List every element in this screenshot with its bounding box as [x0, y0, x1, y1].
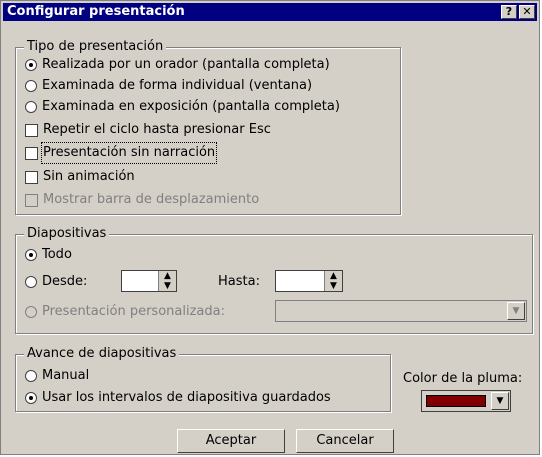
presentacion-personalizada-combo: ▼: [275, 300, 527, 322]
title-bar: Configurar presentación ? ✕: [3, 3, 537, 21]
check-sin-narracion-label: Presentación sin narración: [40, 142, 218, 164]
check-barra-desplazamiento-label: Mostrar barra de desplazamiento: [43, 192, 260, 207]
window-title: Configurar presentación: [7, 4, 185, 19]
help-button[interactable]: ?: [501, 5, 517, 19]
color-pluma-picker[interactable]: ▼: [421, 390, 511, 412]
cancelar-button[interactable]: Cancelar: [296, 429, 394, 453]
tipo-presentacion-legend: Tipo de presentación: [24, 39, 167, 55]
check-barra-desplazamiento-box: [25, 193, 38, 207]
radio-intervalos-control[interactable]: [25, 392, 37, 404]
radio-manual-label: Manual: [42, 368, 90, 383]
radio-manual-control[interactable]: [25, 370, 37, 382]
check-sin-narracion[interactable]: Presentación sin narración: [25, 142, 218, 164]
diapositivas-legend: Diapositivas: [24, 226, 110, 242]
radio-orador[interactable]: Realizada por un orador (pantalla comple…: [25, 56, 330, 74]
radio-personalizada-label: Presentación personalizada:: [42, 304, 225, 319]
check-repetir[interactable]: Repetir el ciclo hasta presionar Esc: [25, 121, 271, 139]
radio-individual[interactable]: Examinada de forma individual (ventana): [25, 77, 312, 95]
radio-todo-control[interactable]: [25, 249, 37, 261]
radio-exposicion[interactable]: Examinada en exposición (pantalla comple…: [25, 98, 340, 116]
chevron-down-icon[interactable]: ▼: [491, 392, 509, 410]
radio-individual-label: Examinada de forma individual (ventana): [42, 78, 313, 93]
radio-todo-label: Todo: [42, 247, 72, 262]
radio-todo[interactable]: Todo: [25, 246, 72, 264]
chevron-down-icon: ▼: [507, 302, 525, 320]
check-sin-animacion[interactable]: Sin animación: [25, 168, 135, 186]
radio-exposicion-label: Examinada en exposición (pantalla comple…: [42, 99, 340, 114]
check-sin-animacion-box[interactable]: [25, 170, 38, 184]
radio-intervalos-label: Usar los intervalos de diapositiva guard…: [42, 390, 331, 405]
radio-desde-control[interactable]: [25, 276, 37, 288]
radio-desde[interactable]: Desde:: [25, 273, 87, 291]
hasta-spinner[interactable]: ▲ ▼: [275, 270, 343, 292]
radio-individual-control[interactable]: [25, 80, 37, 92]
radio-personalizada: Presentación personalizada:: [25, 303, 225, 321]
aceptar-button[interactable]: Aceptar: [177, 429, 285, 453]
check-repetir-label: Repetir el ciclo hasta presionar Esc: [43, 122, 271, 137]
check-barra-desplazamiento: Mostrar barra de desplazamiento: [25, 191, 259, 209]
close-button[interactable]: ✕: [519, 5, 535, 19]
radio-manual[interactable]: Manual: [25, 367, 89, 385]
radio-intervalos[interactable]: Usar los intervalos de diapositiva guard…: [25, 389, 331, 407]
avance-legend: Avance de diapositivas: [24, 346, 180, 362]
color-pluma-label-row: Color de la pluma:: [403, 370, 522, 388]
configurar-presentacion-dialog: Configurar presentación ? ✕ Tipo de pres…: [0, 0, 540, 455]
desde-spinner[interactable]: ▲ ▼: [121, 270, 177, 292]
check-sin-animacion-label: Sin animación: [43, 169, 135, 184]
radio-personalizada-control: [25, 306, 37, 318]
hasta-spin-arrows-icon[interactable]: ▲ ▼: [324, 271, 342, 291]
radio-desde-label: Desde:: [42, 274, 88, 289]
color-pluma-label: Color de la pluma:: [403, 371, 523, 386]
check-repetir-box[interactable]: [25, 123, 38, 137]
color-swatch: [426, 395, 486, 407]
desde-spin-arrows-icon[interactable]: ▲ ▼: [158, 271, 176, 291]
check-sin-narracion-box[interactable]: [25, 146, 38, 160]
hasta-label: Hasta:: [218, 274, 260, 289]
hasta-label-row: Hasta:: [218, 273, 260, 291]
radio-orador-label: Realizada por un orador (pantalla comple…: [42, 57, 330, 72]
radio-exposicion-control[interactable]: [25, 101, 37, 113]
radio-orador-control[interactable]: [25, 59, 37, 71]
